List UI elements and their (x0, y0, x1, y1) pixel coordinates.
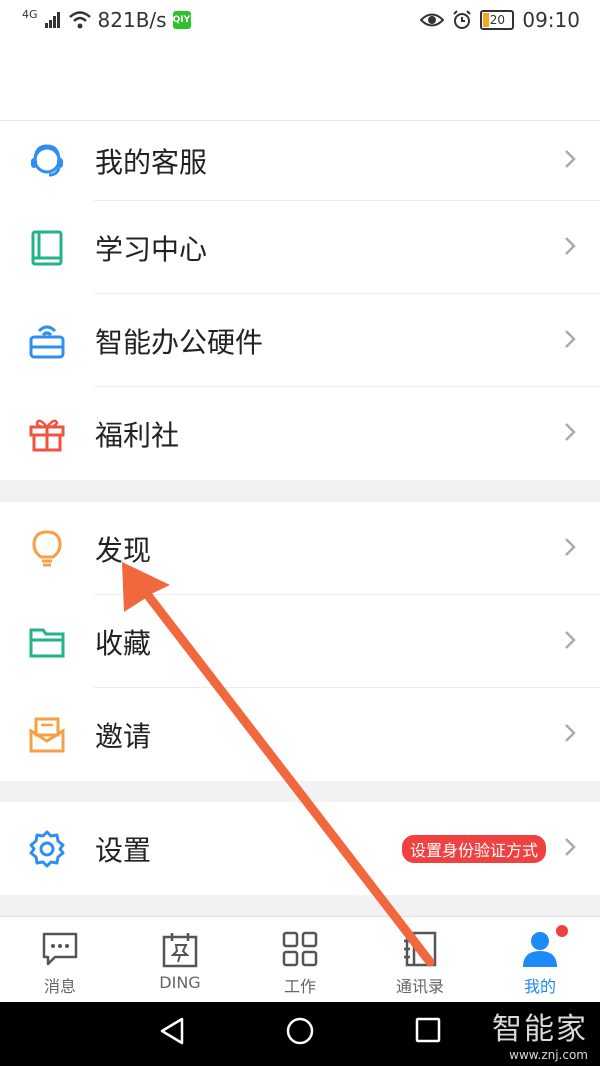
gift-icon (26, 413, 68, 455)
menu-item-label: 福利社 (95, 418, 180, 452)
alarm-icon (453, 10, 472, 29)
calendar-pin-icon (161, 931, 199, 973)
iqiyi-icon: QIYI (172, 11, 193, 29)
menu-item-label: 学习中心 (95, 232, 208, 266)
signal-icon (44, 12, 60, 28)
grid-icon (282, 931, 318, 971)
chevron-right-icon (564, 236, 576, 260)
chevron-right-icon (564, 837, 576, 861)
eye-icon (420, 13, 445, 27)
menu-group-1: 我的客服 学习中心 智能办公硬件 福利社 (0, 121, 600, 480)
lightbulb-icon (26, 528, 68, 570)
contacts-icon (402, 931, 438, 971)
menu-item-label: 邀请 (95, 719, 152, 753)
menu-item-discover[interactable]: 发现 (0, 502, 600, 595)
status-bar: 4G 821B/s QIYI 20 09:10 (0, 0, 600, 40)
home-icon[interactable] (285, 1016, 315, 1050)
clock: 09:10 (522, 8, 580, 32)
tab-label: 工作 (283, 977, 316, 996)
chevron-right-icon (564, 329, 576, 353)
chat-icon (41, 931, 79, 971)
tab-label: DING (159, 973, 201, 992)
wifi-icon (68, 11, 91, 29)
menu-item-label: 智能办公硬件 (95, 325, 264, 359)
chevron-right-icon (564, 537, 576, 561)
menu-item-label: 设置 (95, 833, 152, 867)
tab-label: 消息 (43, 977, 76, 996)
notification-dot (556, 925, 568, 937)
network-speed: 821B/s (97, 8, 167, 32)
recents-icon[interactable] (414, 1016, 442, 1048)
tab-me[interactable]: 我的 (480, 917, 600, 1003)
menu-item-customer-service[interactable]: 我的客服 (0, 121, 600, 201)
watermark: 智能家 www.znj.com (492, 1004, 588, 1062)
chevron-right-icon (564, 422, 576, 446)
network-type: 4G (22, 7, 38, 21)
bottom-tab-bar: 消息 DING 工作 通讯录 我的 (0, 916, 600, 1003)
book-icon (26, 227, 68, 269)
menu-item-settings[interactable]: 设置 设置身份验证方式 (0, 802, 600, 895)
person-icon (521, 931, 559, 971)
wifi-box-icon (26, 320, 68, 362)
tab-label: 我的 (523, 977, 556, 996)
folder-icon (26, 621, 68, 663)
chevron-right-icon (564, 149, 576, 173)
watermark-url: www.znj.com (509, 1048, 588, 1062)
tab-ding[interactable]: DING (120, 917, 240, 1003)
headset-icon (26, 140, 68, 182)
menu-item-favorites[interactable]: 收藏 (0, 595, 600, 688)
menu-item-label: 我的客服 (95, 146, 208, 179)
watermark-title: 智能家 (492, 1012, 588, 1047)
envelope-icon (26, 714, 68, 756)
header-area (0, 40, 600, 121)
menu-item-learning-center[interactable]: 学习中心 (0, 201, 600, 294)
tab-label: 通讯录 (395, 977, 444, 996)
gear-icon (26, 828, 68, 870)
menu-group-2: 发现 收藏 邀请 (0, 502, 600, 781)
chevron-right-icon (564, 630, 576, 654)
chevron-right-icon (564, 723, 576, 747)
back-icon[interactable] (158, 1016, 186, 1050)
menu-group-3: 设置 设置身份验证方式 (0, 802, 600, 895)
tab-contacts[interactable]: 通讯录 (360, 917, 480, 1003)
menu-item-welfare[interactable]: 福利社 (0, 387, 600, 480)
menu-item-invite[interactable]: 邀请 (0, 688, 600, 781)
menu-item-label: 收藏 (95, 626, 152, 660)
menu-item-smart-office-hardware[interactable]: 智能办公硬件 (0, 294, 600, 387)
tab-messages[interactable]: 消息 (0, 917, 120, 1003)
tab-work[interactable]: 工作 (240, 917, 360, 1003)
menu-item-label: 发现 (95, 533, 152, 567)
identity-verification-badge: 设置身份验证方式 (401, 834, 546, 863)
battery-icon: 20 (480, 10, 515, 30)
